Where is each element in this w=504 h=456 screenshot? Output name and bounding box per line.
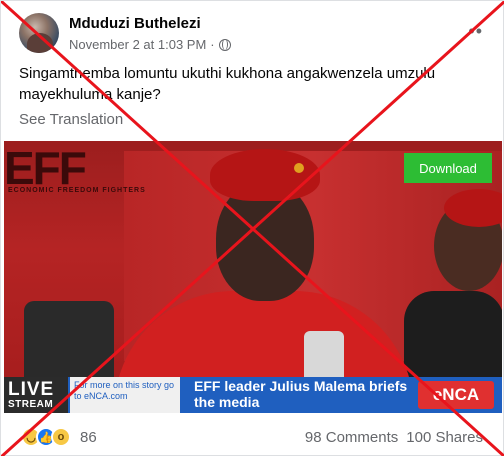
live-stream-badge: LIVE STREAM: [4, 377, 68, 413]
wow-icon: o: [51, 427, 71, 447]
video-player[interactable]: EFF ECONOMIC FREEDOM FIGHTERS Download L…: [4, 141, 502, 413]
more-info-text: For more on this story go to eNCA.com: [70, 377, 180, 413]
post-text: Singamthemba lomuntu ukuthi kukhona anga…: [19, 65, 436, 103]
see-translation-link[interactable]: See Translation: [19, 111, 123, 128]
comments-count-link[interactable]: 98 Comments: [305, 429, 398, 446]
eff-logo-subtitle: ECONOMIC FREEDOM FIGHTERS: [8, 187, 146, 194]
post-header: Mduduzi Buthelezi November 2 at 1:03 PM …: [19, 13, 489, 57]
ticker-headline: EFF leader Julius Malema briefs the medi…: [194, 378, 408, 410]
download-button[interactable]: Download: [404, 153, 492, 183]
post-stats: 98 Comments 100 Shares: [305, 429, 483, 446]
eff-logo: EFF ECONOMIC FREEDOM FIGHTERS: [4, 141, 164, 211]
globe-icon: [218, 38, 231, 51]
live-label: LIVE: [8, 379, 55, 400]
reaction-count: 86: [80, 428, 97, 446]
post-meta: November 2 at 1:03 PM ·: [69, 37, 231, 52]
author-avatar[interactable]: [19, 13, 59, 53]
post-footer: ◡ 👍 o 86 98 Comments 100 Shares: [1, 421, 504, 455]
shares-count-link[interactable]: 100 Shares: [406, 429, 483, 446]
more-options-icon[interactable]: ••: [468, 21, 483, 42]
meta-separator: ·: [210, 37, 215, 52]
post-timestamp[interactable]: November 2 at 1:03 PM: [69, 37, 206, 52]
facebook-post: Mduduzi Buthelezi November 2 at 1:03 PM …: [0, 0, 504, 456]
channel-logo: eNCA: [418, 381, 494, 409]
author-name[interactable]: Mduduzi Buthelezi: [69, 15, 201, 32]
news-ticker: LIVE STREAM For more on this story go to…: [4, 377, 502, 413]
reactions-summary[interactable]: ◡ 👍 o 86: [21, 427, 97, 447]
speaker-beret: [210, 149, 320, 201]
beret-badge-icon: [294, 163, 304, 173]
stream-label: STREAM: [8, 399, 54, 410]
